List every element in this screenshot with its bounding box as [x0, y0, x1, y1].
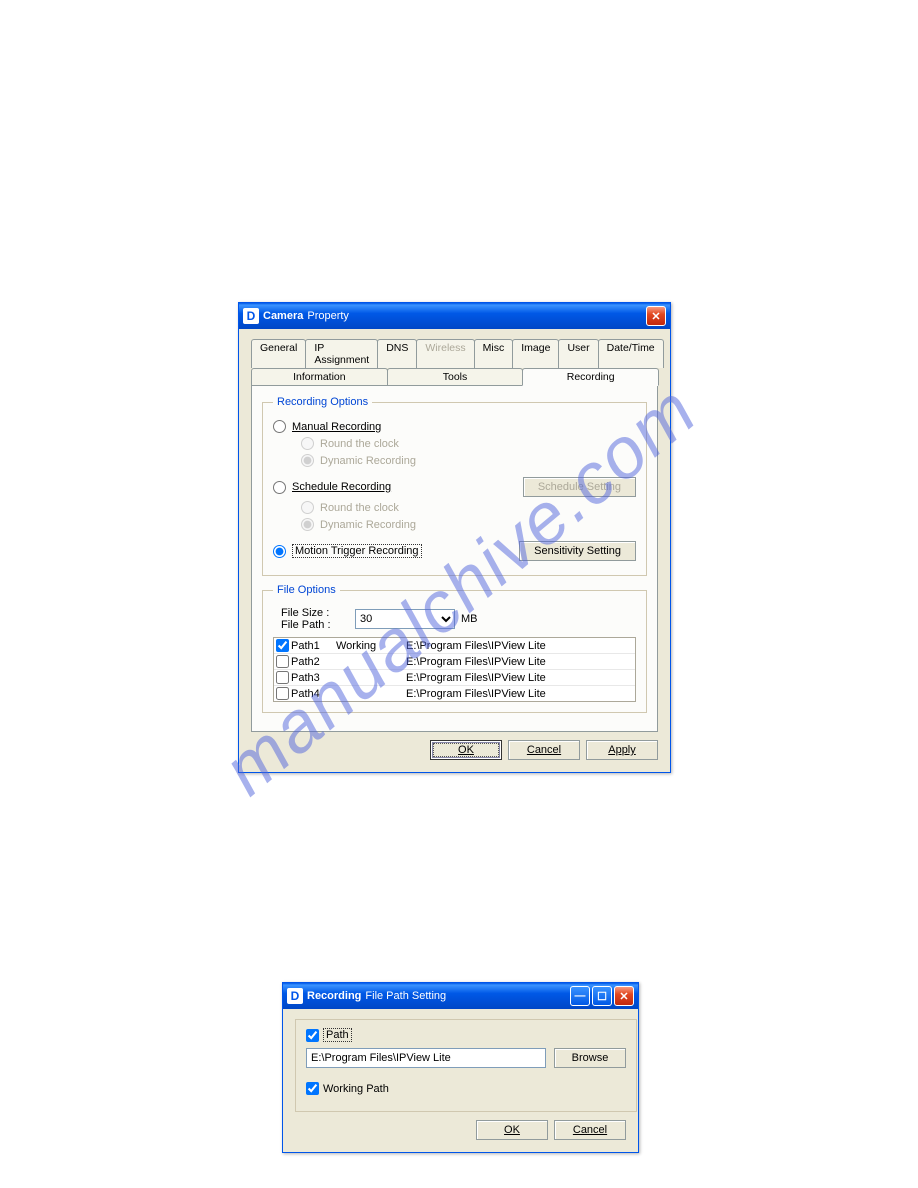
titlebar[interactable]: D Recording File Path Setting — ☐ ✕ [283, 983, 638, 1009]
path1-checkbox[interactable] [276, 639, 289, 652]
tab-recording[interactable]: Recording [522, 368, 659, 386]
file-size-select[interactable]: 30 [355, 609, 455, 629]
schedule-dynamic-radio [301, 518, 314, 531]
path3-path: E:\Program Files\IPView Lite [406, 672, 633, 684]
path4-checkbox[interactable] [276, 687, 289, 700]
tab-tools[interactable]: Tools [387, 368, 524, 385]
tabs-row2: Information Tools Recording [251, 368, 658, 385]
schedule-recording-label: Schedule Recording [292, 481, 391, 493]
schedule-setting-button: Schedule Setting [523, 477, 636, 497]
tabs-row1: General IP Assignment DNS Wireless Misc … [251, 339, 658, 368]
close-icon[interactable]: ✕ [646, 306, 666, 326]
ok-button[interactable]: OK [476, 1120, 548, 1140]
tab-information[interactable]: Information [251, 368, 388, 385]
title-strong: Recording [307, 990, 361, 1002]
app-icon: D [287, 988, 303, 1004]
working-path-checkbox[interactable] [306, 1082, 319, 1095]
schedule-round-label: Round the clock [320, 502, 399, 514]
ok-button[interactable]: OK [430, 740, 502, 760]
cancel-button[interactable]: Cancel [554, 1120, 626, 1140]
sensitivity-setting-button[interactable]: Sensitivity Setting [519, 541, 636, 561]
camera-property-window: D Camera Property ✕ General IP Assignmen… [238, 302, 671, 773]
tabpanel-recording: Recording Options Manual Recording Round… [251, 385, 658, 732]
recording-options-fieldset: Recording Options Manual Recording Round… [262, 396, 647, 576]
path2-name: Path2 [291, 656, 320, 668]
path-checkbox-label: Path [326, 1029, 349, 1041]
recording-options-legend: Recording Options [273, 396, 372, 408]
file-path-label: File Path : [281, 619, 349, 631]
path4-path: E:\Program Files\IPView Lite [406, 688, 633, 700]
close-icon[interactable]: ✕ [614, 986, 634, 1006]
table-row[interactable]: Path1 Working E:\Program Files\IPView Li… [274, 638, 635, 654]
table-row[interactable]: Path3 E:\Program Files\IPView Lite [274, 670, 635, 686]
path2-checkbox[interactable] [276, 655, 289, 668]
path-fieldset: Path Browse Working Path [295, 1019, 637, 1112]
file-size-label: File Size : [281, 607, 349, 619]
manual-dynamic-label: Dynamic Recording [320, 455, 416, 467]
motion-trigger-radio[interactable] [273, 545, 286, 558]
tab-misc[interactable]: Misc [474, 339, 514, 368]
title-rest: Property [307, 310, 349, 322]
manual-recording-label: Manual Recording [292, 421, 381, 433]
tab-user[interactable]: User [558, 339, 598, 368]
path1-name: Path1 [291, 640, 320, 652]
recording-file-path-window: D Recording File Path Setting — ☐ ✕ Path… [282, 982, 639, 1153]
titlebar[interactable]: D Camera Property ✕ [239, 303, 670, 329]
working-path-label: Working Path [323, 1083, 389, 1095]
path3-checkbox[interactable] [276, 671, 289, 684]
path1-status: Working [336, 640, 406, 652]
path-checkbox[interactable] [306, 1029, 319, 1042]
path-input[interactable] [306, 1048, 546, 1068]
path4-name: Path4 [291, 688, 320, 700]
schedule-recording-radio[interactable] [273, 481, 286, 494]
manual-round-radio [301, 437, 314, 450]
apply-button[interactable]: Apply [586, 740, 658, 760]
tab-image[interactable]: Image [512, 339, 559, 368]
browse-button[interactable]: Browse [554, 1048, 626, 1068]
mb-label: MB [461, 613, 478, 625]
cancel-button[interactable]: Cancel [508, 740, 580, 760]
manual-dynamic-radio [301, 454, 314, 467]
table-row[interactable]: Path2 E:\Program Files\IPView Lite [274, 654, 635, 670]
path3-name: Path3 [291, 672, 320, 684]
file-options-legend: File Options [273, 584, 340, 596]
motion-trigger-label: Motion Trigger Recording [295, 545, 419, 557]
tab-ip-assignment[interactable]: IP Assignment [305, 339, 378, 368]
manual-round-label: Round the clock [320, 438, 399, 450]
tab-general[interactable]: General [251, 339, 306, 368]
app-icon: D [243, 308, 259, 324]
file-options-fieldset: File Options File Size : File Path : 30 … [262, 584, 647, 713]
path2-path: E:\Program Files\IPView Lite [406, 656, 633, 668]
maximize-icon[interactable]: ☐ [592, 986, 612, 1006]
table-row[interactable]: Path4 E:\Program Files\IPView Lite [274, 686, 635, 701]
tab-date-time[interactable]: Date/Time [598, 339, 664, 368]
tab-wireless[interactable]: Wireless [416, 339, 474, 368]
title-rest: File Path Setting [365, 990, 446, 1002]
title-strong: Camera [263, 310, 303, 322]
file-path-table: Path1 Working E:\Program Files\IPView Li… [273, 637, 636, 702]
manual-recording-radio[interactable] [273, 420, 286, 433]
tab-dns[interactable]: DNS [377, 339, 417, 368]
schedule-dynamic-label: Dynamic Recording [320, 519, 416, 531]
path1-path: E:\Program Files\IPView Lite [406, 640, 633, 652]
minimize-icon[interactable]: — [570, 986, 590, 1006]
schedule-round-radio [301, 501, 314, 514]
